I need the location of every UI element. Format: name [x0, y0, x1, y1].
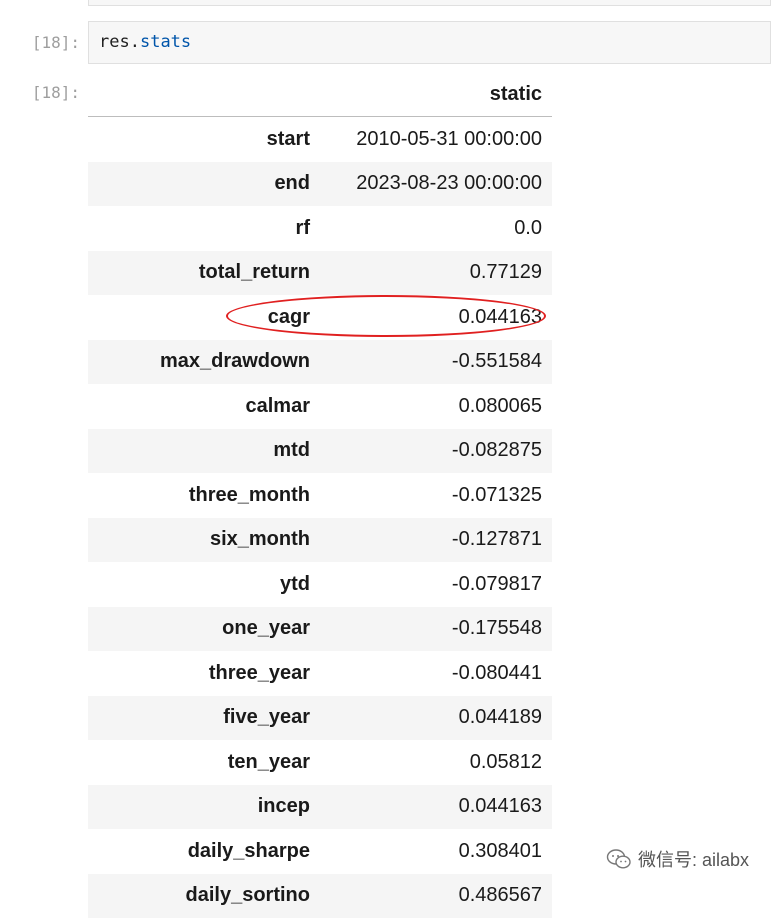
- row-value: 0.308401: [330, 829, 552, 874]
- row-label: daily_sharpe: [88, 829, 330, 874]
- row-label: cagr: [88, 295, 330, 340]
- previous-cell-edge: [88, 0, 771, 6]
- table-row: daily_sharpe0.308401: [88, 829, 552, 874]
- watermark-text: 微信号: ailabx: [638, 846, 749, 872]
- row-value: -0.079817: [330, 562, 552, 607]
- table-row: max_drawdown-0.551584: [88, 340, 552, 385]
- wechat-icon: [606, 848, 632, 870]
- row-value: 0.044189: [330, 696, 552, 741]
- row-value: 0.080065: [330, 384, 552, 429]
- table-row: one_year-0.175548: [88, 607, 552, 652]
- row-label: end: [88, 162, 330, 207]
- row-value: 0.486567: [330, 874, 552, 918]
- table-row: calmar0.080065: [88, 384, 552, 429]
- table-row: six_month-0.127871: [88, 518, 552, 563]
- row-label: daily_sortino: [88, 874, 330, 918]
- output-prompt: [18]:: [0, 83, 80, 102]
- wechat-watermark: 微信号: ailabx: [606, 846, 749, 872]
- row-value: 2010-05-31 00:00:00: [330, 117, 552, 162]
- row-value: -0.127871: [330, 518, 552, 563]
- table-row: cagr0.044163: [88, 295, 552, 340]
- code-input-cell[interactable]: res.stats: [88, 21, 771, 64]
- row-label: max_drawdown: [88, 340, 330, 385]
- table-row: incep0.044163: [88, 785, 552, 830]
- row-label: ytd: [88, 562, 330, 607]
- table-row: five_year0.044189: [88, 696, 552, 741]
- table-row: three_month-0.071325: [88, 473, 552, 518]
- code-dot: .: [130, 32, 140, 52]
- stats-output-table: static start2010-05-31 00:00:00 end2023-…: [88, 72, 552, 918]
- table-row: daily_sortino0.486567: [88, 874, 552, 918]
- row-value: 0.77129: [330, 251, 552, 296]
- row-label: five_year: [88, 696, 330, 741]
- row-value: 0.0: [330, 206, 552, 251]
- table-row: mtd-0.082875: [88, 429, 552, 474]
- row-value: 0.05812: [330, 740, 552, 785]
- code-object: res: [99, 32, 130, 52]
- row-value: -0.082875: [330, 429, 552, 474]
- table-row: total_return0.77129: [88, 251, 552, 296]
- table-row: ytd-0.079817: [88, 562, 552, 607]
- row-value: -0.080441: [330, 651, 552, 696]
- table-row: ten_year0.05812: [88, 740, 552, 785]
- row-label: six_month: [88, 518, 330, 563]
- table-row: three_year-0.080441: [88, 651, 552, 696]
- table-row: start2010-05-31 00:00:00: [88, 117, 552, 162]
- row-label: three_year: [88, 651, 330, 696]
- table-row: end2023-08-23 00:00:00: [88, 162, 552, 207]
- row-value: 0.044163: [330, 785, 552, 830]
- table-corner: [88, 72, 330, 117]
- row-value: -0.551584: [330, 340, 552, 385]
- row-label: rf: [88, 206, 330, 251]
- row-label: one_year: [88, 607, 330, 652]
- code-attribute: stats: [140, 32, 191, 52]
- column-header-static: static: [330, 72, 552, 117]
- row-label: calmar: [88, 384, 330, 429]
- row-value: -0.071325: [330, 473, 552, 518]
- row-label: incep: [88, 785, 330, 830]
- row-label: ten_year: [88, 740, 330, 785]
- table-row: rf0.0: [88, 206, 552, 251]
- row-label: start: [88, 117, 330, 162]
- input-prompt: [18]:: [0, 33, 80, 52]
- row-label: mtd: [88, 429, 330, 474]
- row-value: 0.044163: [330, 295, 552, 340]
- row-label: total_return: [88, 251, 330, 296]
- table-header-row: static: [88, 72, 552, 117]
- row-value: 2023-08-23 00:00:00: [330, 162, 552, 207]
- row-label: three_month: [88, 473, 330, 518]
- row-value: -0.175548: [330, 607, 552, 652]
